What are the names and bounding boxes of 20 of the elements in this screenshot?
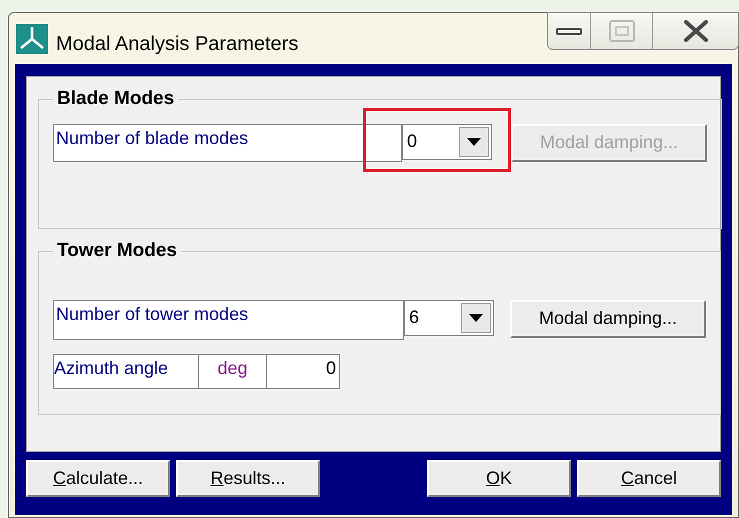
group-title: Tower Modes: [56, 239, 178, 263]
modal-damping-button[interactable]: Modal damping...: [510, 300, 706, 338]
close-icon: [682, 20, 708, 42]
dropdown-arrow-icon: [469, 314, 483, 322]
count-label: Number of blade modes: [53, 124, 402, 162]
minimize-button[interactable]: [548, 13, 590, 49]
maximize-icon: [608, 20, 634, 42]
dialog-button[interactable]: OK: [427, 460, 571, 497]
minimize-icon: [556, 26, 582, 36]
group-title: Blade Modes: [56, 87, 176, 111]
count-label: Number of tower modes: [53, 300, 404, 340]
modes-dropdown[interactable]: 6: [404, 300, 494, 336]
modes-dropdown[interactable]: 0: [402, 124, 492, 160]
dialog-button[interactable]: Calculate...: [26, 460, 170, 497]
dialog-button[interactable]: Cancel: [577, 460, 721, 497]
dialog-button[interactable]: Results...: [176, 460, 320, 497]
dropdown-arrow-icon: [467, 138, 481, 146]
close-button[interactable]: [652, 13, 738, 49]
window-title: Modal Analysis Parameters: [56, 32, 298, 57]
app-logo-icon: [16, 24, 48, 54]
